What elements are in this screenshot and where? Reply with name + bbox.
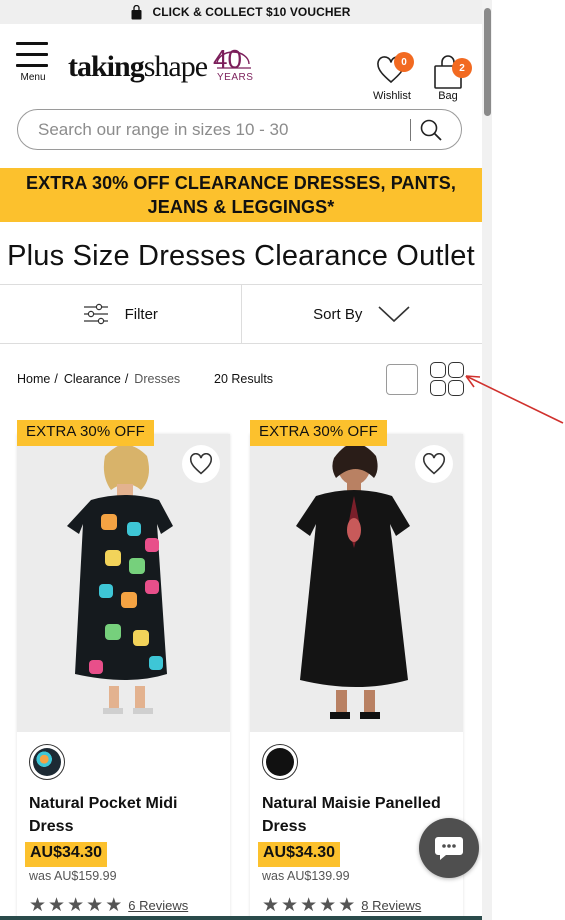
product-was-price: was AU$139.99 xyxy=(262,869,350,883)
site-logo[interactable]: takingshape 40 YEARS xyxy=(68,44,255,84)
product-image[interactable] xyxy=(17,434,230,732)
hamburger-icon xyxy=(16,42,50,67)
product-image[interactable] xyxy=(250,434,463,732)
filter-sort-bar: Filter Sort By xyxy=(0,284,482,344)
search-button[interactable] xyxy=(411,110,451,150)
search-icon xyxy=(420,119,442,141)
star-icon: ★ xyxy=(67,895,85,916)
promo-tag: EXTRA 30% OFF xyxy=(250,420,387,446)
star-icon: ★ xyxy=(29,895,47,916)
chat-bubble-icon xyxy=(435,837,463,860)
promo-tag: EXTRA 30% OFF xyxy=(17,420,154,446)
breadcrumb-separator: / xyxy=(54,372,58,386)
add-to-wishlist-button[interactable] xyxy=(415,445,453,483)
color-swatch[interactable] xyxy=(29,744,65,780)
product-price: AU$34.30 xyxy=(258,842,341,867)
sort-label: Sort By xyxy=(313,305,363,323)
wishlist-count-badge: 0 xyxy=(394,52,414,72)
swatch-fill xyxy=(266,748,294,776)
star-icon: ★ xyxy=(262,895,280,916)
chat-button[interactable] xyxy=(419,818,479,878)
menu-label: Menu xyxy=(20,72,46,83)
results-count: 20 Results xyxy=(214,372,274,386)
breadcrumb-home[interactable]: Home xyxy=(17,372,50,386)
reviews-link[interactable]: 6 Reviews xyxy=(128,898,188,913)
product-price: AU$34.30 xyxy=(25,842,108,867)
breadcrumb-separator: / xyxy=(124,372,129,386)
add-to-wishlist-button[interactable] xyxy=(182,445,220,483)
star-icon: ★ xyxy=(86,895,104,916)
filter-button[interactable]: Filter xyxy=(0,285,241,343)
product-rating: ★ ★ ★ ★ ★ 8 Reviews xyxy=(262,896,421,915)
scrollbar-track[interactable] xyxy=(482,0,492,920)
bag-label: Bag xyxy=(438,90,458,102)
product-was-price: was AU$159.99 xyxy=(29,869,117,883)
search-input[interactable] xyxy=(38,119,398,140)
menu-button[interactable]: Menu xyxy=(16,42,50,83)
bag-count-badge: 2 xyxy=(452,58,472,78)
shopping-bag-icon xyxy=(131,4,142,19)
scrollbar-thumb[interactable] xyxy=(484,8,491,116)
heart-icon xyxy=(422,453,446,475)
breadcrumb: Home / Clearance / Dresses xyxy=(17,372,180,386)
star-icon: ★ xyxy=(48,895,66,916)
promo-line-2: JEANS & LEGGINGS* xyxy=(147,197,335,217)
star-icon: ★ xyxy=(338,895,356,916)
star-icon: ★ xyxy=(319,895,337,916)
product-rating: ★ ★ ★ ★ ★ 6 Reviews xyxy=(29,896,188,915)
filter-label: Filter xyxy=(124,305,158,323)
star-icon: ★ xyxy=(281,895,299,916)
chevron-down-icon xyxy=(378,306,410,323)
logo-40-years-mark: 40 YEARS xyxy=(213,44,254,83)
search-bar[interactable] xyxy=(17,109,462,150)
bottom-edge xyxy=(0,916,482,920)
top-announcement-bar[interactable]: CLICK & COLLECT $10 VOUCHER xyxy=(0,0,482,24)
grid-view-button[interactable] xyxy=(430,362,464,396)
reviews-link[interactable]: 8 Reviews xyxy=(361,898,421,913)
heart-icon xyxy=(189,453,213,475)
product-name[interactable]: Natural Pocket Midi Dress xyxy=(29,792,224,838)
product-card[interactable]: EXTRA 30% OFF Natural Pocket Midi Dress … xyxy=(17,420,230,920)
swatch-fill xyxy=(33,748,61,776)
page-title: Plus Size Dresses Clearance Outlet xyxy=(7,240,475,272)
logo-wordmark: takingshape xyxy=(68,50,208,83)
single-column-view-button[interactable] xyxy=(386,364,418,395)
topbar-text: CLICK & COLLECT $10 VOUCHER xyxy=(152,5,351,19)
star-icon: ★ xyxy=(105,895,123,916)
promo-banner[interactable]: EXTRA 30% OFF CLEARANCE DRESSES, PANTS, … xyxy=(0,168,482,222)
color-swatch[interactable] xyxy=(262,744,298,780)
promo-line-1: EXTRA 30% OFF CLEARANCE DRESSES, PANTS, xyxy=(26,173,456,193)
breadcrumb-clearance[interactable]: Clearance xyxy=(64,372,121,386)
page: CLICK & COLLECT $10 VOUCHER Menu takings… xyxy=(0,0,482,920)
breadcrumb-current: Dresses xyxy=(134,372,181,386)
site-header: Menu takingshape 40 YEARS 0 Wishlist 2 B… xyxy=(0,24,482,104)
sort-by-button[interactable]: Sort By xyxy=(240,285,483,343)
star-icon: ★ xyxy=(300,895,318,916)
wishlist-label: Wishlist xyxy=(373,90,411,102)
annotation-arrow-icon xyxy=(465,375,564,424)
sliders-icon xyxy=(83,303,108,325)
